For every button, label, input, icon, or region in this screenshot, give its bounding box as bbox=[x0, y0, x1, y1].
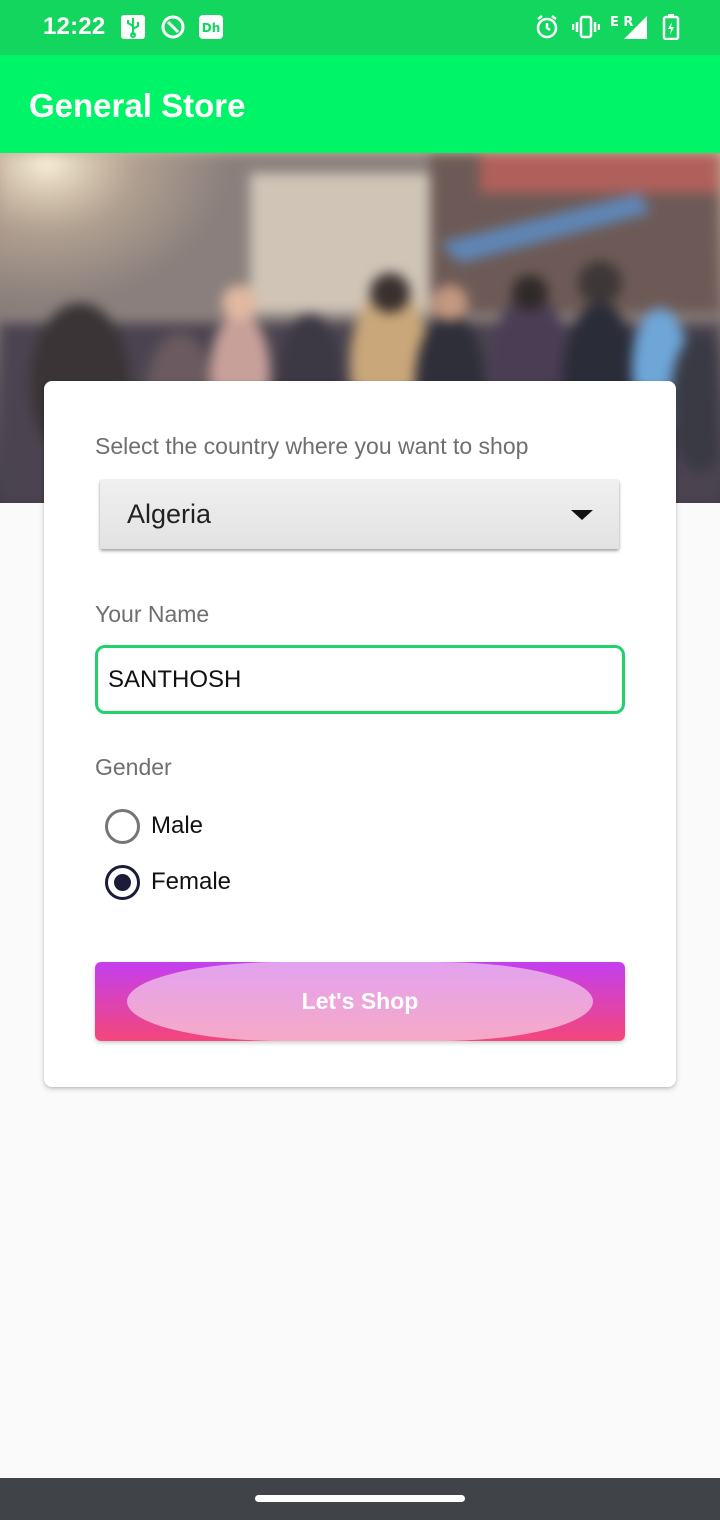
lets-shop-button[interactable]: Let's Shop bbox=[95, 962, 625, 1041]
radio-female-label: Female bbox=[151, 868, 232, 895]
country-spinner[interactable]: Algeria bbox=[100, 480, 619, 549]
country-label: Select the country where you want to sho… bbox=[95, 433, 529, 459]
radio-male-label: Male bbox=[151, 812, 204, 839]
gender-label: Gender bbox=[95, 754, 172, 780]
radio-female[interactable]: Female bbox=[105, 862, 231, 902]
battery-charging-icon bbox=[662, 14, 680, 40]
home-gesture-handle[interactable] bbox=[255, 1495, 465, 1502]
svg-text:Dh: Dh bbox=[202, 21, 221, 35]
signal-icon: E R bbox=[610, 14, 650, 40]
country-selected-value: Algeria bbox=[127, 499, 212, 529]
status-time: 12:22 bbox=[43, 13, 106, 40]
system-nav-bar bbox=[0, 1478, 720, 1520]
usb-icon bbox=[120, 14, 146, 40]
status-bar: 12:22 Dh E R bbox=[0, 0, 720, 55]
app-title: General Store bbox=[29, 87, 246, 124]
name-input[interactable] bbox=[95, 645, 625, 714]
data-saver-icon bbox=[160, 14, 186, 40]
form-card: Select the country where you want to sho… bbox=[44, 381, 676, 1087]
name-label: Your Name bbox=[95, 601, 210, 627]
network-type-label: E R bbox=[610, 15, 633, 30]
screen: 12:22 Dh E R General Store Select the co… bbox=[0, 0, 720, 1520]
radio-button-checked-icon[interactable] bbox=[105, 864, 140, 900]
app-bar: General Store bbox=[0, 55, 720, 153]
dropdown-arrow-icon bbox=[571, 510, 593, 520]
app-notification-icon: Dh bbox=[198, 14, 224, 40]
radio-button-unchecked-icon[interactable] bbox=[105, 808, 140, 844]
vibrate-icon bbox=[572, 14, 600, 40]
radio-male[interactable]: Male bbox=[105, 806, 203, 846]
alarm-icon bbox=[535, 14, 559, 40]
lets-shop-label: Let's Shop bbox=[301, 988, 419, 1014]
